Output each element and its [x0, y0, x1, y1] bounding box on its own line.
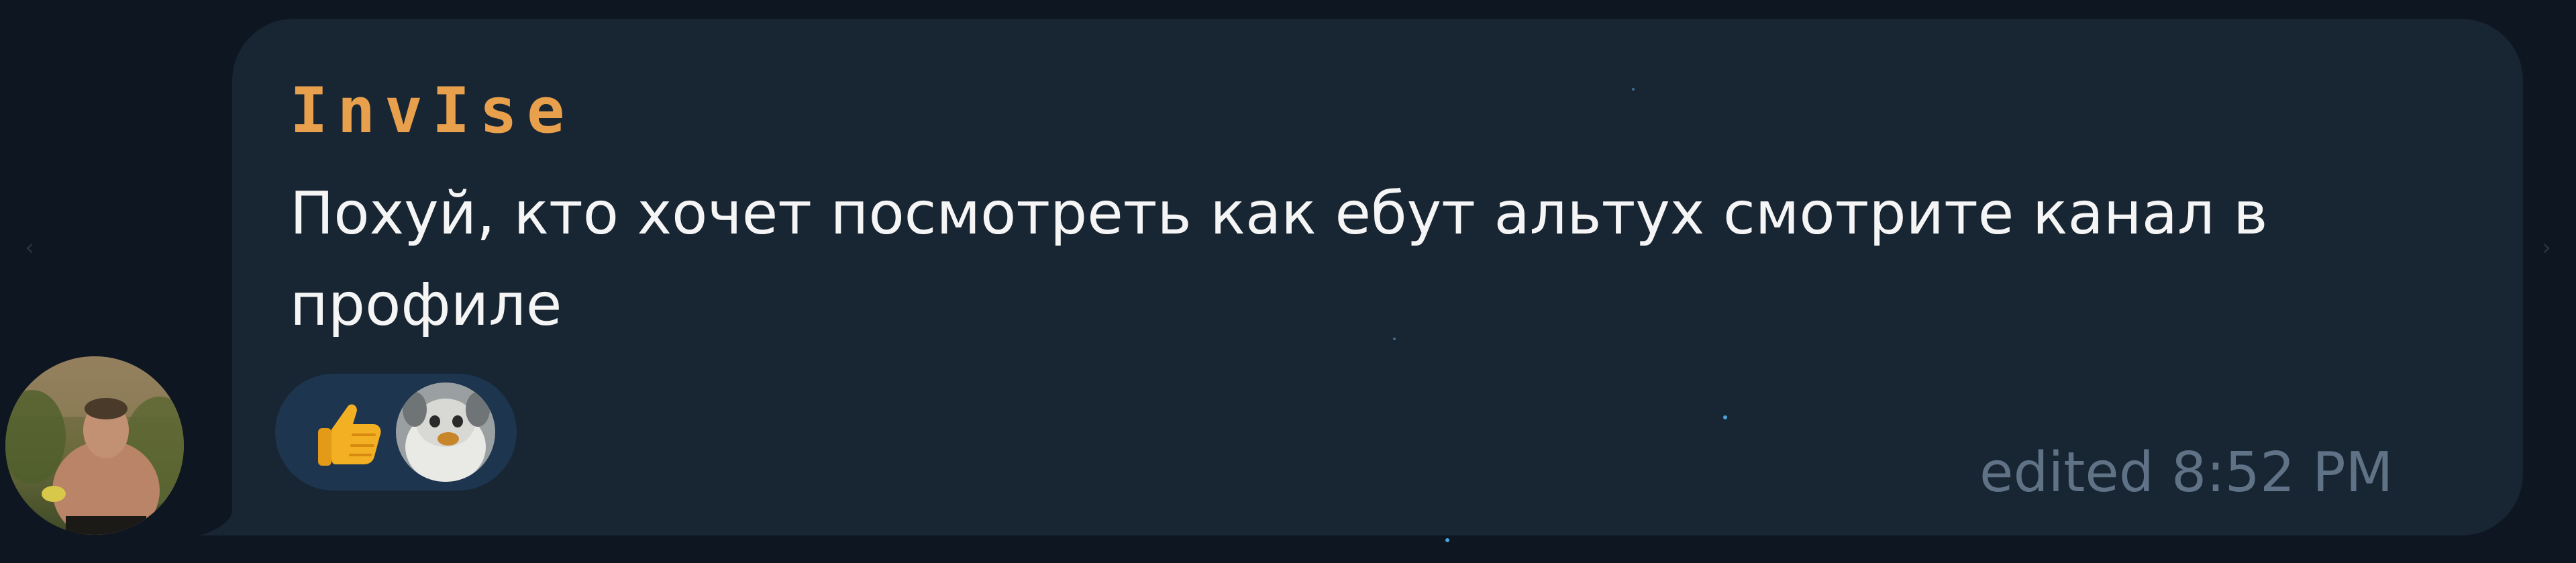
sender-avatar[interactable] [5, 356, 184, 535]
background-speck [1632, 88, 1635, 91]
reactions-pill[interactable] [275, 374, 517, 491]
sender-name[interactable]: InvIse [290, 74, 574, 149]
reactor-avatar [396, 382, 495, 482]
background-speck [1445, 538, 1449, 542]
message-meta: edited 8:52 PM [1979, 441, 2393, 505]
background-speck [1393, 338, 1396, 340]
message-text: Похуй, кто хочет посмотреть как ебут аль… [290, 179, 2268, 339]
background-speck [1723, 415, 1727, 419]
next-arrow-icon[interactable]: › [2533, 234, 2560, 261]
thumbs-up-icon [303, 387, 395, 478]
previous-arrow-icon[interactable]: ‹ [16, 234, 43, 261]
